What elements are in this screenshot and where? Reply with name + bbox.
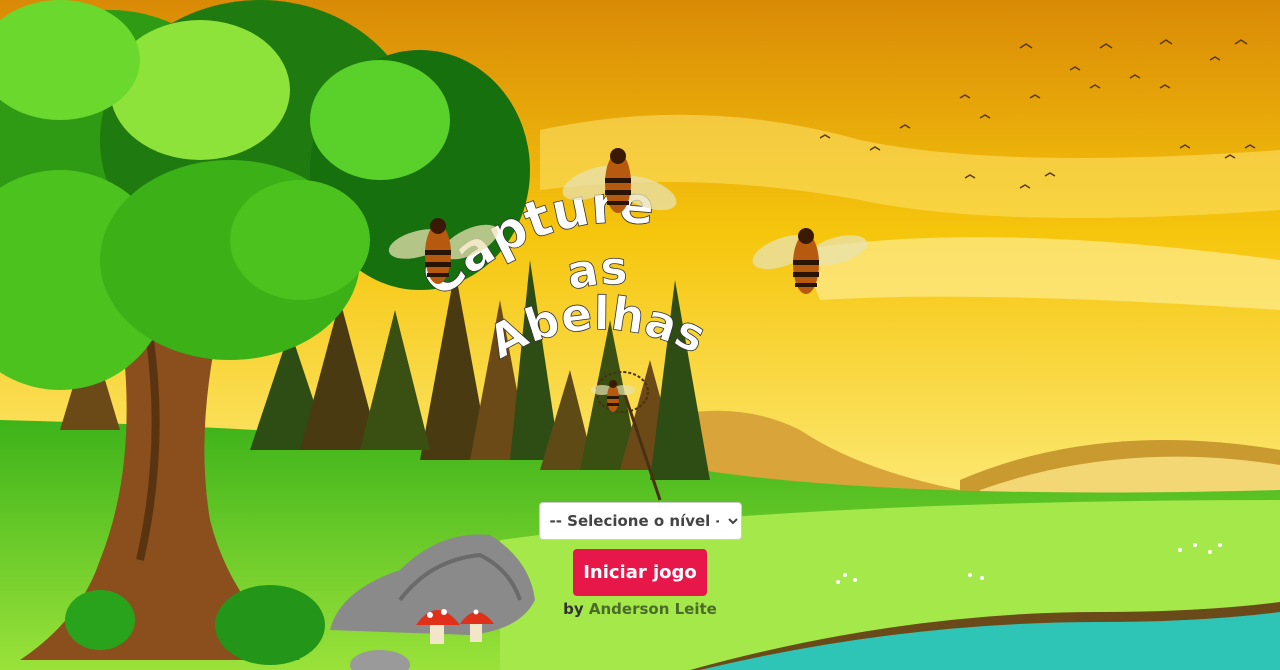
author-name: Anderson Leite bbox=[588, 600, 717, 618]
level-select[interactable]: -- Selecione o nível -- bbox=[538, 502, 742, 540]
bee-icon[interactable] bbox=[388, 212, 500, 290]
start-game-button[interactable]: Iniciar jogo bbox=[573, 549, 707, 596]
author-credit: by Anderson Leite bbox=[563, 600, 717, 618]
bee-icon[interactable] bbox=[558, 148, 678, 223]
bee-icon bbox=[591, 380, 635, 412]
title-line-3: Abelhas bbox=[480, 286, 714, 369]
credit-prefix: by bbox=[563, 600, 584, 618]
start-controls: -- Selecione o nível -- Iniciar jogo by … bbox=[0, 502, 1280, 618]
bee-icon[interactable] bbox=[748, 222, 868, 300]
